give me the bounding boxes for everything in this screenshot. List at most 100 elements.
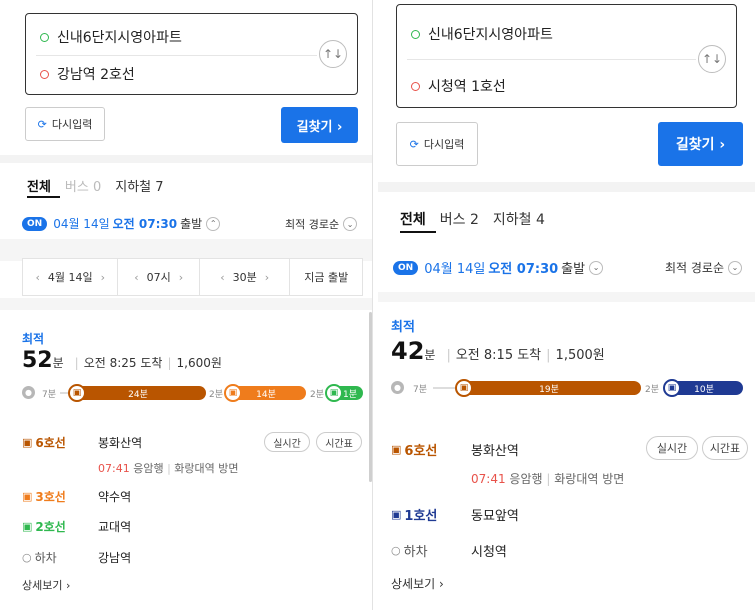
station-name: 시청역 <box>471 545 507 560</box>
walk-time: 7분 <box>413 385 428 395</box>
step-row[interactable]: ▣ 2호선 교대역 <box>22 518 131 535</box>
step-row[interactable]: ▣ 1호선 동묘앞역 <box>391 505 519 524</box>
prev-icon[interactable]: ‹ <box>35 271 39 284</box>
refresh-icon: ⟳ <box>37 117 47 131</box>
timetable-label: 시간표 <box>709 442 741 455</box>
start-field[interactable]: 신내6단지시영아파트 <box>397 9 736 59</box>
detail-link[interactable]: 상세보기 › <box>22 577 70 593</box>
segment-line6: ▣ 19분 <box>455 379 641 397</box>
depart-now-label: 지금 출발 <box>304 271 349 284</box>
departure-time[interactable]: ON 04월 14일 오전 07:30 출발 ⌃ <box>22 215 221 232</box>
step-row[interactable]: ▣ 6호선 봉화산역 <box>391 440 519 459</box>
tab-all[interactable]: 전체 <box>27 176 51 195</box>
line-label: ▣ 2호선 <box>22 518 82 535</box>
left-route-panel: 신내6단지시영아파트 강남역 2호선 ↑↓ ⟳ 다시입력 길찾기 › 전체 버스… <box>0 0 373 610</box>
end-field[interactable]: 시청역 1호선 <box>397 61 736 111</box>
line-label: ▣ 6호선 <box>22 434 82 451</box>
line-name: 2호선 <box>35 520 66 534</box>
sep: | <box>74 356 79 370</box>
reset-button[interactable]: ⟳ 다시입력 <box>25 107 105 141</box>
circle-icon: ○ <box>22 551 32 564</box>
train-icon: ▣ <box>325 384 343 402</box>
date-picker[interactable]: ‹ 4월 14일 › <box>23 259 119 295</box>
seg1-time: 24분 <box>128 389 148 400</box>
train-icon: ▣ <box>455 379 473 397</box>
time-picker: ‹ 4월 14일 › ‹ 07시 › ‹ 30분 › 지금 출발 <box>22 258 363 296</box>
next-icon[interactable]: › <box>265 271 269 284</box>
line-name: 1호선 <box>404 509 438 524</box>
find-route-button[interactable]: 길찾기 › <box>281 107 358 143</box>
line-name: 3호선 <box>35 490 66 504</box>
tab-bus[interactable]: 버스 2 <box>440 209 479 229</box>
direction: 응암행 <box>509 472 543 486</box>
prev-icon[interactable]: ‹ <box>220 271 224 284</box>
realtime-button[interactable]: 실시간 <box>264 432 310 452</box>
train-icon: ▣ <box>224 384 242 402</box>
dep-time: 오전 07:30 <box>488 262 559 277</box>
picker-hour: 07시 <box>146 271 171 284</box>
reset-button[interactable]: ⟳ 다시입력 <box>396 122 478 166</box>
tab-subway[interactable]: 지하철 7 <box>115 176 163 195</box>
seg2-time: 14분 <box>256 389 276 400</box>
end-field[interactable]: 강남역 2호선 <box>26 51 357 97</box>
train-icon: ▣ <box>22 490 33 503</box>
sort-label: 최적 경로순 <box>285 218 340 231</box>
train-icon: ▣ <box>391 443 402 456</box>
realtime-button[interactable]: 실시간 <box>646 436 698 460</box>
step-row[interactable]: ▣ 3호선 약수역 <box>22 488 131 505</box>
duration: 42 <box>391 337 425 365</box>
find-route-button[interactable]: 길찾기 › <box>658 122 743 166</box>
prev-icon[interactable]: ‹ <box>134 271 138 284</box>
next-icon[interactable]: › <box>179 271 183 284</box>
best-label: 최적 <box>391 320 415 335</box>
timetable-button[interactable]: 시간표 <box>702 436 748 460</box>
depart-now-button[interactable]: 지금 출발 <box>290 259 362 295</box>
swap-vertical-icon[interactable]: ↑↓ <box>319 40 347 68</box>
chevron-up-icon[interactable]: ⌃ <box>206 216 221 231</box>
departure-time[interactable]: ON 04월 14일 오전 07:30 출발 ⌄ <box>393 258 604 277</box>
line-label: ▣ 1호선 <box>391 505 457 524</box>
hour-picker[interactable]: ‹ 07시 › <box>118 259 200 295</box>
sort-select[interactable]: 최적 경로순 ⌄ <box>285 216 358 232</box>
dep-suffix: 출발 <box>180 217 203 231</box>
transfer-time: 2분 <box>645 385 660 395</box>
tab-all[interactable]: 전체 <box>400 209 426 229</box>
direction-detail: 화랑대역 방면 <box>174 462 239 475</box>
arrival: 오전 8:15 도착 <box>455 348 542 363</box>
section-divider <box>0 298 372 310</box>
route-bar: ● 7분 ▣ 24분 2분 ▣ 14분 2분 ▣ 1분 <box>22 384 365 402</box>
picker-minute: 30분 <box>232 271 257 284</box>
reset-label: 다시입력 <box>51 118 93 131</box>
tab-subway[interactable]: 지하철 4 <box>493 209 545 229</box>
on-badge[interactable]: ON <box>22 216 48 231</box>
line-name: 하차 <box>34 551 57 565</box>
line-name: 하차 <box>403 545 428 560</box>
dep-date: 04월 14일 <box>53 217 110 231</box>
right-route-panel: 신내6단지시영아파트 시청역 1호선 ↑↓ ⟳ 다시입력 길찾기 › 전체 버스… <box>378 0 755 610</box>
train-icon: ▣ <box>663 379 681 397</box>
route-input-box: 신내6단지시영아파트 시청역 1호선 ↑↓ <box>396 4 737 108</box>
sort-select[interactable]: 최적 경로순 ⌄ <box>665 259 743 276</box>
fare: 1,600원 <box>176 356 222 370</box>
swap-vertical-icon[interactable]: ↑↓ <box>698 45 726 73</box>
on-badge[interactable]: ON <box>393 260 419 275</box>
segment-line1: ▣ 10분 <box>663 379 743 397</box>
timetable-button[interactable]: 시간표 <box>316 432 362 452</box>
next-icon[interactable]: › <box>101 271 105 284</box>
tabs: 전체 버스 2 지하철 4 <box>400 209 545 229</box>
scrollbar[interactable] <box>369 312 372 482</box>
chevron-down-icon: ⌄ <box>343 217 358 231</box>
best-label: 최적 <box>22 332 45 346</box>
tab-bus[interactable]: 버스 0 <box>65 176 101 195</box>
detail-link[interactable]: 상세보기 › <box>391 575 444 592</box>
step-row[interactable]: ▣ 6호선 봉화산역 <box>22 434 142 451</box>
chevron-down-icon[interactable]: ⌄ <box>589 260 604 275</box>
station-name: 교대역 <box>98 520 132 534</box>
start-dot-icon <box>411 29 420 39</box>
divider <box>407 59 696 60</box>
route-summary[interactable]: 52 분 | 오전 8:25 도착 | 1,600원 <box>22 348 222 373</box>
minute-picker[interactable]: ‹ 30분 › <box>200 259 291 295</box>
train-icon: ▣ <box>391 508 402 521</box>
route-summary[interactable]: 42 분 | 오전 8:15 도착 | 1,500원 <box>391 337 605 365</box>
line-label: ○ 하차 <box>391 541 457 560</box>
